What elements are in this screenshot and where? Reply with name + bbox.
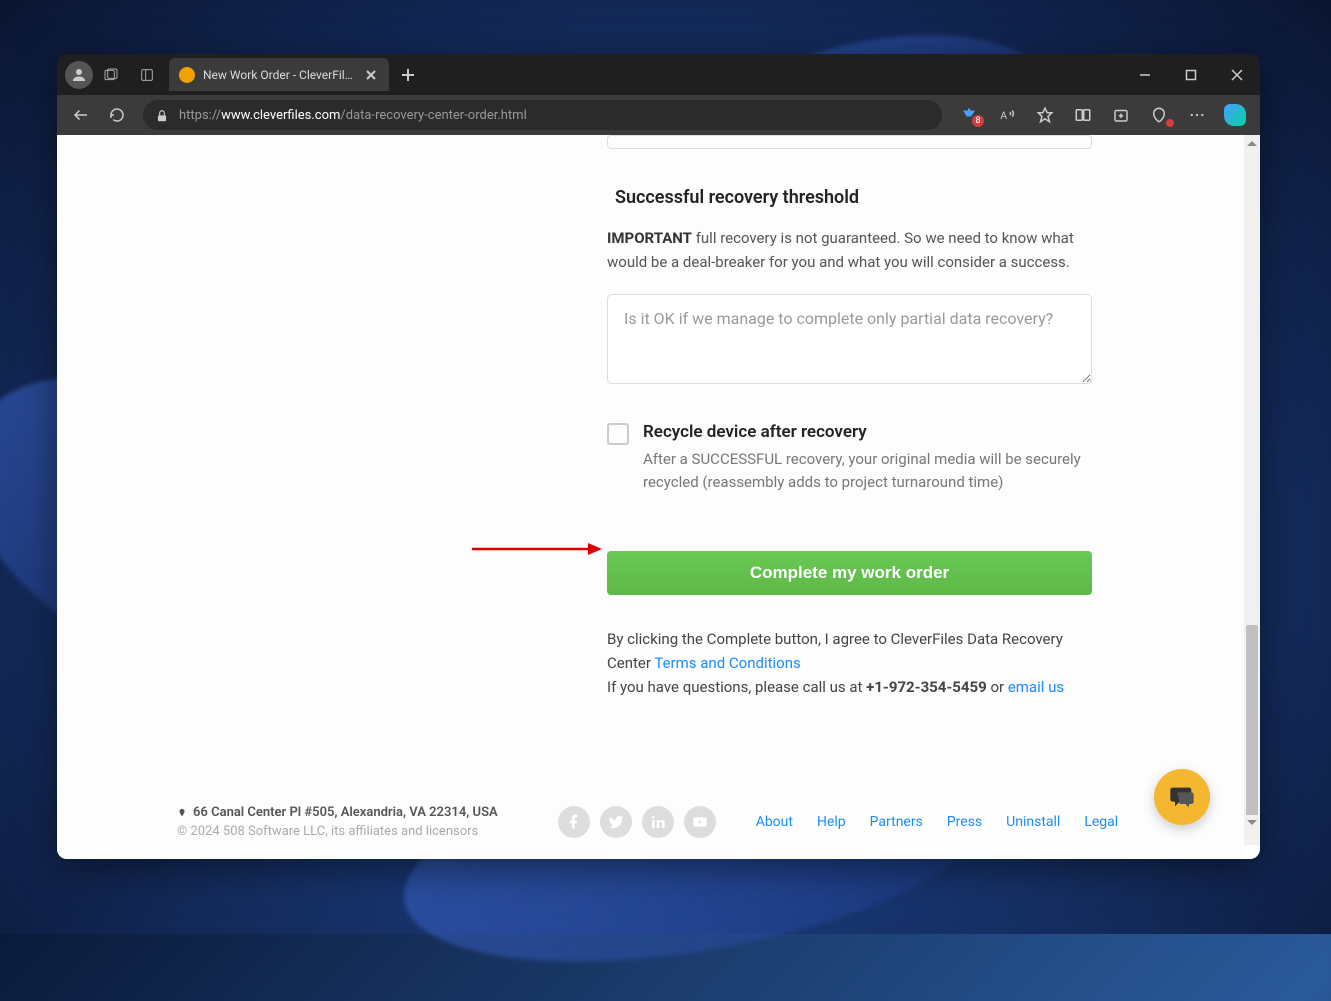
new-tab-button[interactable] — [393, 68, 423, 82]
minimize-button[interactable] — [1122, 54, 1168, 95]
recycle-checkbox[interactable] — [607, 423, 629, 445]
facebook-icon[interactable] — [558, 806, 590, 838]
agreement-text: By clicking the Complete button, I agree… — [607, 627, 1092, 699]
scrollbar[interactable] — [1244, 135, 1260, 845]
footer-link-legal[interactable]: Legal — [1084, 814, 1118, 830]
footer-link-about[interactable]: About — [756, 814, 793, 830]
workspaces-icon[interactable] — [93, 54, 129, 95]
footer-link-press[interactable]: Press — [947, 814, 982, 830]
linkedin-icon[interactable] — [642, 806, 674, 838]
chat-button[interactable] — [1154, 769, 1210, 825]
content-area: Successful recovery threshold IMPORTANT … — [57, 135, 1260, 859]
close-window-button[interactable] — [1214, 54, 1260, 95]
important-paragraph: IMPORTANT full recovery is not guarantee… — [607, 226, 1092, 274]
title-bar: New Work Order - CleverFiles Da — [57, 54, 1260, 95]
window-controls — [1122, 54, 1260, 95]
recycle-description: After a SUCCESSFUL recovery, your origin… — [643, 448, 1092, 495]
url-field[interactable]: https://www.cleverfiles.com/data-recover… — [143, 100, 942, 130]
tab-favicon — [179, 67, 195, 83]
settings-menu-button[interactable] — [1178, 97, 1216, 133]
footer-link-uninstall[interactable]: Uninstall — [1006, 814, 1060, 830]
arrow-annotation — [472, 541, 602, 555]
shopping-badge: 8 — [972, 115, 984, 127]
address-bar: https://www.cleverfiles.com/data-recover… — [57, 95, 1260, 135]
read-aloud-icon[interactable]: A — [988, 97, 1026, 133]
social-icons — [558, 806, 716, 838]
scroll-down-button[interactable] — [1244, 815, 1260, 831]
threshold-textarea[interactable] — [607, 294, 1092, 384]
phone-number: +1-972-354-5459 — [866, 678, 987, 696]
tab-title: New Work Order - CleverFiles Da — [203, 68, 357, 82]
lock-icon — [155, 108, 169, 122]
url-text: https://www.cleverfiles.com/data-recover… — [179, 108, 527, 123]
footer-address: 66 Canal Center Pl #505, Alexandria, VA … — [177, 805, 498, 820]
email-us-link[interactable]: email us — [1008, 678, 1064, 696]
threshold-heading: Successful recovery threshold — [607, 187, 1092, 208]
footer-links: About Help Partners Press Uninstall Lega… — [756, 814, 1119, 830]
footer-link-partners[interactable]: Partners — [870, 814, 923, 830]
location-pin-icon — [177, 806, 187, 820]
refresh-button[interactable] — [99, 97, 135, 133]
recycle-checkbox-row: Recycle device after recovery After a SU… — [607, 422, 1092, 495]
collections-icon[interactable] — [1102, 97, 1140, 133]
footer-link-help[interactable]: Help — [817, 814, 846, 830]
browser-essentials-icon[interactable] — [1140, 97, 1178, 133]
close-tab-button[interactable] — [363, 67, 379, 83]
tab-actions-icon[interactable] — [129, 54, 165, 95]
back-button[interactable] — [63, 97, 99, 133]
essentials-badge — [1166, 119, 1174, 127]
shopping-icon[interactable]: 8 — [950, 97, 988, 133]
scrollbar-thumb[interactable] — [1246, 625, 1258, 825]
form-section: Successful recovery threshold IMPORTANT … — [607, 135, 1092, 699]
split-screen-icon[interactable] — [1064, 97, 1102, 133]
browser-window: New Work Order - CleverFiles Da — [57, 54, 1260, 859]
page-footer: 66 Canal Center Pl #505, Alexandria, VA … — [177, 805, 1184, 839]
svg-text:A: A — [1000, 109, 1007, 122]
twitter-icon[interactable] — [600, 806, 632, 838]
previous-textarea-edge[interactable] — [607, 135, 1092, 149]
maximize-button[interactable] — [1168, 54, 1214, 95]
favorite-icon[interactable] — [1026, 97, 1064, 133]
terms-link[interactable]: Terms and Conditions — [654, 654, 800, 672]
footer-copyright: © 2024 508 Software LLC, its affiliates … — [177, 824, 498, 839]
copilot-button[interactable] — [1216, 104, 1254, 126]
browser-tab[interactable]: New Work Order - CleverFiles Da — [169, 58, 389, 91]
youtube-icon[interactable] — [684, 806, 716, 838]
profile-button[interactable] — [65, 61, 93, 89]
recycle-label: Recycle device after recovery — [643, 422, 1092, 442]
scroll-up-button[interactable] — [1244, 135, 1260, 151]
complete-order-button[interactable]: Complete my work order — [607, 551, 1092, 595]
